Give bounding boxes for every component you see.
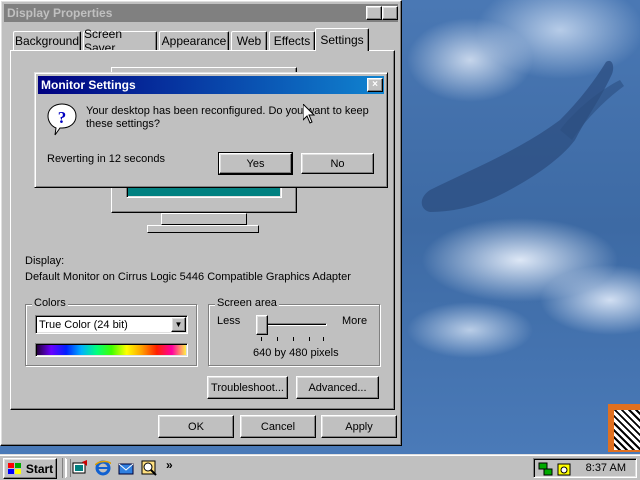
tab-background[interactable]: Background — [13, 31, 81, 50]
quick-launch-chevron-icon[interactable]: » — [166, 458, 173, 472]
chevron-down-icon: ▼ — [174, 320, 183, 329]
monitor-settings-dialog: Monitor Settings × ? Your desktop has be… — [34, 72, 388, 188]
slider-tick — [309, 337, 310, 341]
internet-explorer-icon[interactable] — [95, 460, 111, 476]
taskbar: Start » 8:37 AM — [0, 454, 640, 480]
display-properties-titlebar[interactable]: Display Properties ? × — [4, 4, 398, 22]
yes-button[interactable]: Yes — [218, 152, 293, 175]
slider-tick — [323, 337, 324, 341]
start-button[interactable]: Start — [3, 458, 57, 479]
monitor-base — [147, 225, 259, 233]
slider-tick — [261, 337, 262, 341]
desktop-corner-icon[interactable] — [608, 404, 640, 452]
tab-settings[interactable]: Settings — [315, 28, 369, 51]
troubleshoot-button[interactable]: Troubleshoot... — [207, 376, 288, 399]
question-icon: ? — [47, 103, 77, 136]
screen-area-legend: Screen area — [215, 297, 279, 309]
channels-icon[interactable] — [141, 460, 157, 476]
close-button[interactable]: × — [382, 6, 398, 20]
apply-button[interactable]: Apply — [321, 415, 397, 438]
display-properties-window: Display Properties ? × Background Screen… — [0, 0, 402, 446]
color-spectrum-bar — [35, 343, 188, 357]
colors-select[interactable]: True Color (24 bit) ▼ — [35, 315, 188, 334]
display-label: Display: — [25, 255, 65, 267]
slider-tick — [293, 337, 294, 341]
screen-area-more-label: More — [342, 315, 368, 327]
start-label: Start — [25, 461, 54, 476]
ok-button[interactable]: OK — [158, 415, 234, 438]
show-desktop-icon[interactable] — [72, 460, 88, 476]
quick-launch-grip[interactable] — [66, 459, 71, 477]
screen-area-less-label: Less — [217, 315, 241, 327]
help-icon: ? — [370, 7, 378, 18]
outlook-express-icon[interactable] — [118, 460, 134, 476]
tab-appearance[interactable]: Appearance — [159, 31, 229, 50]
windows-logo-icon — [7, 462, 21, 474]
mouse-cursor-icon — [303, 104, 315, 124]
display-adapter-value: Default Monitor on Cirrus Logic 5446 Com… — [25, 271, 351, 283]
advanced-button[interactable]: Advanced... — [296, 376, 379, 399]
monitor-stand — [161, 213, 247, 225]
slider-tick — [277, 337, 278, 341]
dialog-close-button[interactable]: × — [367, 78, 383, 92]
svg-text:?: ? — [58, 108, 67, 127]
cancel-button[interactable]: Cancel — [240, 415, 316, 438]
dialog-title: Monitor Settings — [41, 78, 136, 92]
system-tray: 8:37 AM — [533, 458, 637, 478]
dialog-message: Your desktop has been reconfigured. Do y… — [86, 105, 369, 130]
no-button[interactable]: No — [301, 153, 374, 174]
countdown-text: Reverting in 12 seconds — [47, 153, 166, 165]
tab-web[interactable]: Web — [231, 31, 267, 50]
close-icon: × — [387, 7, 393, 18]
network-icon[interactable] — [538, 461, 554, 477]
screen-area-slider-thumb[interactable] — [256, 315, 268, 335]
monitor-settings-titlebar[interactable]: Monitor Settings × — [38, 76, 384, 94]
tab-effects[interactable]: Effects — [269, 31, 315, 50]
clock[interactable]: 8:37 AM — [586, 462, 626, 474]
screen-area-value: 640 by 480 pixels — [253, 347, 339, 359]
help-button[interactable]: ? — [366, 6, 382, 20]
close-icon: × — [372, 79, 378, 90]
colors-legend: Colors — [32, 297, 68, 309]
window-title: Display Properties — [7, 6, 113, 20]
colors-selected-value: True Color (24 bit) — [39, 319, 128, 331]
colors-dropdown-button[interactable]: ▼ — [171, 317, 186, 332]
scheduler-icon[interactable] — [556, 461, 572, 477]
tab-screen-saver[interactable]: Screen Saver — [83, 27, 157, 55]
